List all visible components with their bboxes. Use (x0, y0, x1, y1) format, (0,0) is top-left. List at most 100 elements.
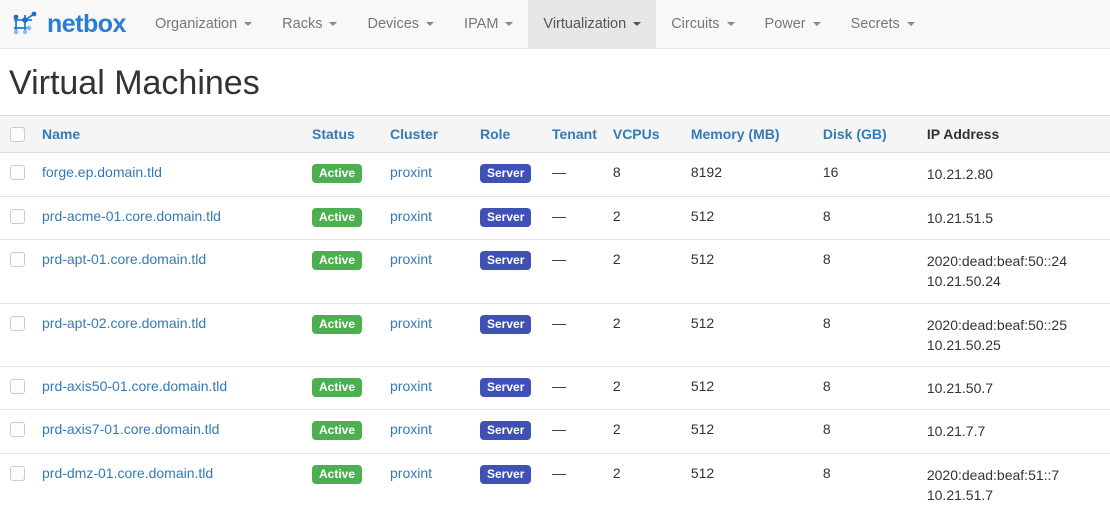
nav-item-label: Organization (155, 16, 237, 32)
cluster-link[interactable]: proxint (390, 164, 432, 180)
nav-item-circuits[interactable]: Circuits (656, 0, 749, 48)
nav-item-devices[interactable]: Devices (352, 0, 449, 48)
checkbox-unchecked-icon[interactable] (10, 422, 25, 437)
cluster-link[interactable]: proxint (390, 251, 432, 267)
cell-name: prd-apt-01.core.domain.tld (34, 239, 304, 303)
nav-item-ipam[interactable]: IPAM (449, 0, 528, 48)
brand-home-link[interactable]: netbox (0, 0, 140, 48)
table-row: prd-acme-01.core.domain.tld Active proxint… (0, 196, 1110, 239)
table-row: prd-apt-01.core.domain.tldActiveproxintS… (0, 239, 1110, 303)
vm-name-link[interactable]: prd-dmz-01.core.domain.tld (42, 465, 213, 481)
cell-ip-address: 10.21.7.7 (919, 410, 1110, 453)
virtual-machines-table: Name Status Cluster Role Tenant VCPUs Me… (0, 115, 1110, 516)
column-header-cluster[interactable]: Cluster (382, 116, 472, 153)
role-badge: Server (480, 251, 531, 270)
cluster-link[interactable]: proxint (390, 465, 432, 481)
column-header-name[interactable]: Name (34, 116, 304, 153)
vm-name-link[interactable]: forge.ep.domain.tld (42, 164, 162, 180)
main-navbar: netbox Organization Racks Devices IPAM V… (0, 0, 1110, 49)
cell-status: Active (304, 153, 382, 196)
status-badge: Active (312, 315, 362, 334)
cell-tenant: — (544, 239, 605, 303)
disk-value: 8 (823, 251, 831, 267)
cluster-link[interactable]: proxint (390, 315, 432, 331)
cluster-link[interactable]: proxint (390, 378, 432, 394)
cell-tenant: — (544, 367, 605, 410)
brand-name: netbox (47, 12, 126, 37)
column-header-status[interactable]: Status (304, 116, 382, 153)
nav-item-label: Devices (367, 16, 419, 32)
row-select-cell (0, 367, 34, 410)
disk-value: 8 (823, 208, 831, 224)
memory-value: 512 (691, 465, 714, 481)
ip-address-value: 10.21.51.5 (927, 208, 1102, 228)
ip-address-value: 10.21.50.7 (927, 378, 1102, 398)
cell-cluster: proxint (382, 239, 472, 303)
status-badge: Active (312, 421, 362, 440)
ip-address-value: 2020:dead:beaf:51::7 (927, 465, 1102, 485)
status-badge: Active (312, 208, 362, 227)
vm-name-link[interactable]: prd-axis50-01.core.domain.tld (42, 378, 227, 394)
ip-address-value: 10.21.7.7 (927, 421, 1102, 441)
memory-value: 512 (691, 315, 714, 331)
row-select-cell (0, 239, 34, 303)
cell-vcpus: 2 (605, 367, 683, 410)
tenant-value: — (552, 378, 566, 394)
cell-disk: 8 (815, 303, 919, 367)
column-header-vcpus[interactable]: VCPUs (605, 116, 683, 153)
cell-role: Server (472, 453, 544, 516)
table-row: prd-axis7-01.core.domain.tld Active proxin… (0, 410, 1110, 453)
cell-disk: 8 (815, 410, 919, 453)
nav-item-racks[interactable]: Racks (267, 0, 352, 48)
vcpus-value: 2 (613, 378, 621, 394)
column-header-tenant[interactable]: Tenant (544, 116, 605, 153)
cluster-link[interactable]: proxint (390, 208, 432, 224)
cell-name: prd-acme-01.core.domain.tld (34, 196, 304, 239)
column-header-disk[interactable]: Disk (GB) (815, 116, 919, 153)
status-badge: Active (312, 164, 362, 183)
tenant-value: — (552, 315, 566, 331)
cell-cluster: proxint (382, 367, 472, 410)
cell-ip-address: 2020:dead:beaf:50::2410.21.50.24 (919, 239, 1110, 303)
table-body: forge.ep.domain.tld Active proxint Server — 8… (0, 153, 1110, 516)
nav-item-organization[interactable]: Organization (140, 0, 267, 48)
checkbox-unchecked-icon[interactable] (10, 165, 25, 180)
vm-name-link[interactable]: prd-apt-02.core.domain.tld (42, 315, 206, 331)
caret-down-icon (426, 22, 434, 26)
nav-item-power[interactable]: Power (750, 0, 836, 48)
cell-disk: 8 (815, 196, 919, 239)
checkbox-unchecked-icon[interactable] (10, 466, 25, 481)
checkbox-unchecked-icon[interactable] (10, 127, 25, 142)
ip-address-value: 2020:dead:beaf:50::24 (927, 251, 1102, 271)
row-select-cell (0, 303, 34, 367)
role-badge: Server (480, 378, 531, 397)
caret-down-icon (244, 22, 252, 26)
column-header-memory[interactable]: Memory (MB) (683, 116, 815, 153)
vm-name-link[interactable]: prd-axis7-01.core.domain.tld (42, 421, 219, 437)
column-header-role[interactable]: Role (472, 116, 544, 153)
cell-vcpus: 2 (605, 303, 683, 367)
caret-down-icon (727, 22, 735, 26)
memory-value: 8192 (691, 164, 722, 180)
cell-disk: 8 (815, 453, 919, 516)
cell-ip-address: 10.21.50.7 (919, 367, 1110, 410)
table-row: forge.ep.domain.tldActiveproxintServer—8… (0, 153, 1110, 196)
vm-name-link[interactable]: prd-acme-01.core.domain.tld (42, 208, 221, 224)
nav-item-secrets[interactable]: Secrets (836, 0, 930, 48)
table-row: prd-apt-02.core.domain.tldActiveproxintS… (0, 303, 1110, 367)
checkbox-unchecked-icon[interactable] (10, 209, 25, 224)
tenant-value: — (552, 164, 566, 180)
checkbox-unchecked-icon[interactable] (10, 379, 25, 394)
row-select-cell (0, 153, 34, 196)
checkbox-unchecked-icon[interactable] (10, 252, 25, 267)
cell-memory: 512 (683, 196, 815, 239)
column-header-ip-address: IP Address (919, 116, 1110, 153)
status-badge: Active (312, 465, 362, 484)
nav-item-label: Secrets (851, 16, 900, 32)
cell-disk: 8 (815, 239, 919, 303)
nav-item-virtualization[interactable]: Virtualization (528, 0, 656, 48)
page-title: Virtual Machines (9, 65, 1110, 102)
vm-name-link[interactable]: prd-apt-01.core.domain.tld (42, 251, 206, 267)
checkbox-unchecked-icon[interactable] (10, 316, 25, 331)
cluster-link[interactable]: proxint (390, 421, 432, 437)
